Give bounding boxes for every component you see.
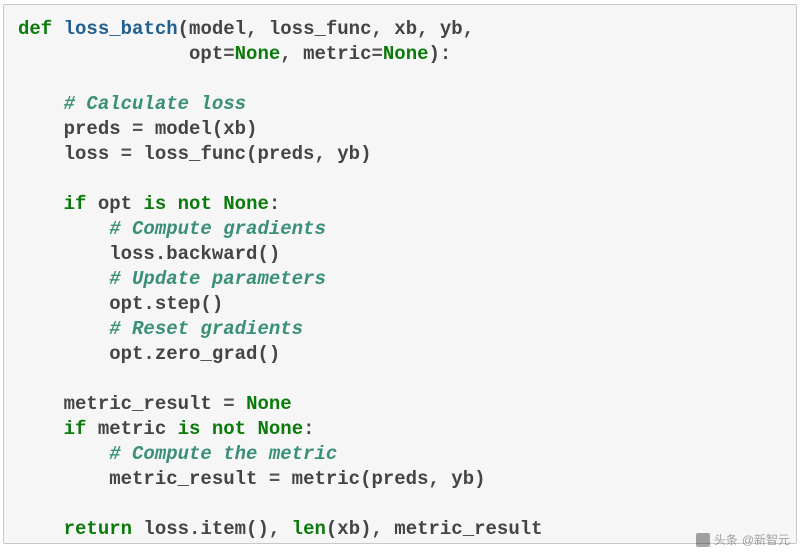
- indent-l2: [18, 43, 189, 65]
- kw-is-l17: is: [178, 418, 201, 440]
- code-block: def loss_batch(model, loss_func, xb, yb,…: [3, 4, 797, 544]
- opt-zero-grad: opt.zero_grad(): [109, 343, 280, 365]
- none-l2a: None: [235, 43, 281, 65]
- indent-l6: [18, 143, 64, 165]
- watermark-handle: @新智元: [742, 531, 790, 548]
- sp-l17b: [246, 418, 257, 440]
- var-metric-l17: metric: [86, 418, 177, 440]
- close-l2: ):: [429, 43, 452, 65]
- code-content: def loss_batch(model, loss_func, xb, yb,…: [18, 17, 782, 542]
- op-l19: =: [269, 468, 280, 490]
- op-l5: =: [132, 118, 143, 140]
- kw-def: def: [18, 18, 52, 40]
- builtin-len: len: [292, 518, 326, 540]
- colon-l8: :: [269, 193, 280, 215]
- fn-name: loss_batch: [64, 18, 178, 40]
- indent-l8: [18, 193, 64, 215]
- loss-backward: loss.backward(): [109, 243, 280, 265]
- return-part1: loss.item(),: [132, 518, 292, 540]
- indent-l4: [18, 93, 64, 115]
- lhs-metric-res: metric_result: [64, 393, 224, 415]
- comment-calc-loss: # Calculate loss: [64, 93, 246, 115]
- indent-l17: [18, 418, 64, 440]
- indent-l9: [18, 218, 109, 240]
- none-l8: None: [223, 193, 269, 215]
- sep-l2: ,: [280, 43, 303, 65]
- rhs-lossfunc: loss_func(preds, yb): [132, 143, 371, 165]
- kw-is-l8: is: [143, 193, 166, 215]
- indent-l13: [18, 318, 109, 340]
- indent-l11: [18, 268, 109, 290]
- sp-l8b: [212, 193, 223, 215]
- params-l1: (model, loss_func, xb, yb,: [178, 18, 474, 40]
- sp-l16: [235, 393, 246, 415]
- indent-l14: [18, 343, 109, 365]
- kw-if-l17: if: [64, 418, 87, 440]
- watermark-prefix: 头条: [714, 531, 738, 548]
- indent-l10: [18, 243, 109, 265]
- comment-compute-metric: # Compute the metric: [109, 443, 337, 465]
- sp-l8a: [166, 193, 177, 215]
- indent-l5: [18, 118, 64, 140]
- param-opt: opt: [189, 43, 223, 65]
- indent-l18: [18, 443, 109, 465]
- none-l17: None: [257, 418, 303, 440]
- opt-step: opt.step(): [109, 293, 223, 315]
- op-l16: =: [223, 393, 234, 415]
- eq-l2a: =: [223, 43, 234, 65]
- eq-l2b: =: [372, 43, 383, 65]
- indent-l12: [18, 293, 109, 315]
- param-metric: metric: [303, 43, 371, 65]
- return-part2: (xb), metric_result: [326, 518, 543, 540]
- indent-l21: [18, 518, 64, 540]
- comment-compute-grad: # Compute gradients: [109, 218, 326, 240]
- none-l16: None: [246, 393, 292, 415]
- indent-l16: [18, 393, 64, 415]
- op-l6: =: [121, 143, 132, 165]
- watermark: 头条 @新智元: [696, 531, 790, 548]
- rhs-modelxb: model(xb): [143, 118, 257, 140]
- watermark-logo-icon: [696, 533, 710, 547]
- lhs-preds: preds: [64, 118, 132, 140]
- indent-l19: [18, 468, 109, 490]
- lhs-metric-res2: metric_result: [109, 468, 269, 490]
- var-opt-l8: opt: [86, 193, 143, 215]
- kw-not-l8: not: [178, 193, 212, 215]
- none-l2b: None: [383, 43, 429, 65]
- comment-update-params: # Update parameters: [109, 268, 326, 290]
- lhs-loss: loss: [64, 143, 121, 165]
- comment-reset-grad: # Reset gradients: [109, 318, 303, 340]
- kw-if-l8: if: [64, 193, 87, 215]
- kw-return: return: [64, 518, 132, 540]
- colon-l17: :: [303, 418, 314, 440]
- kw-not-l17: not: [212, 418, 246, 440]
- rhs-metric-call: metric(preds, yb): [280, 468, 485, 490]
- sp-l17a: [200, 418, 211, 440]
